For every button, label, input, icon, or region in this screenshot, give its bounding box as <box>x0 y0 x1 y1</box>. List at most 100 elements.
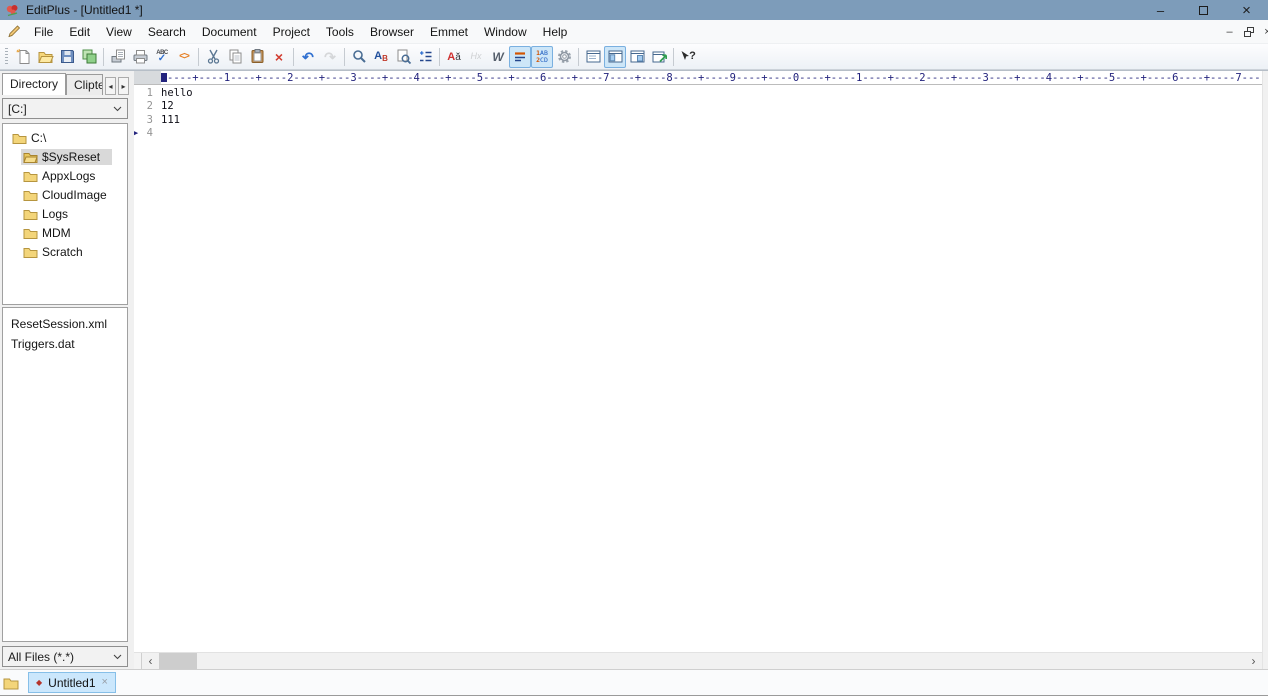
tab-close-icon[interactable]: × <box>102 677 108 688</box>
cliptext-window-button[interactable] <box>626 46 648 68</box>
toolbar-separator <box>673 47 674 66</box>
menu-tools[interactable]: Tools <box>318 21 362 43</box>
menu-window[interactable]: Window <box>476 21 535 43</box>
open-file-button[interactable] <box>34 46 56 68</box>
toolbar-separator <box>198 47 199 66</box>
editor-line: 1 hello <box>134 87 1262 100</box>
tab-cliptext[interactable]: Cliptext <box>66 74 104 95</box>
save-button[interactable] <box>56 46 78 68</box>
menu-document[interactable]: Document <box>194 21 265 43</box>
mdi-close-button[interactable]: × <box>1259 24 1268 39</box>
context-help-button[interactable]: ? <box>677 46 699 68</box>
spell-check-icon: ABC ✓ <box>156 49 168 64</box>
tree-item-logs[interactable]: Logs <box>3 204 127 223</box>
document-selector-button[interactable] <box>3 675 20 690</box>
scroll-right-button[interactable]: › <box>1245 653 1262 669</box>
save-all-button[interactable] <box>78 46 100 68</box>
scrollbar-track[interactable] <box>197 653 1245 669</box>
redo-button[interactable]: ↷ <box>319 46 341 68</box>
replace-button[interactable]: AB <box>370 46 392 68</box>
paste-button[interactable] <box>246 46 268 68</box>
new-document-button[interactable] <box>12 46 34 68</box>
file-item[interactable]: Triggers.dat <box>3 334 127 354</box>
menu-edit[interactable]: Edit <box>61 21 98 43</box>
word-wrap-button[interactable]: W <box>487 46 509 68</box>
tree-item-cloudimage[interactable]: CloudImage <box>3 185 127 204</box>
show-marks-icon <box>514 52 525 62</box>
arrow-right-icon: ▸ <box>121 81 126 91</box>
print-button[interactable] <box>129 46 151 68</box>
tab-directory[interactable]: Directory <box>2 73 67 95</box>
scrollbar-thumb[interactable] <box>159 653 197 669</box>
preferences-button[interactable] <box>553 46 575 68</box>
tree-item-appxlogs[interactable]: AppxLogs <box>3 166 127 185</box>
folder-icon <box>12 133 27 144</box>
print-preview-button[interactable] <box>107 46 129 68</box>
file-list: ResetSession.xml Triggers.dat <box>2 307 128 642</box>
line-numbers-button[interactable]: 1AB 2CD <box>531 45 553 68</box>
tab-scroll-right-button[interactable]: ▸ <box>118 77 129 95</box>
editor-line-current: ▶ 4 <box>134 127 1262 140</box>
line-text: 12 <box>161 100 174 113</box>
directory-window-button[interactable] <box>604 45 626 68</box>
menu-emmet[interactable]: Emmet <box>422 21 476 43</box>
hex-viewer-icon: Hx <box>470 51 482 61</box>
scroll-left-button[interactable]: ‹ <box>142 653 159 669</box>
tree-item-mdm[interactable]: MDM <box>3 223 127 242</box>
minimize-icon: – <box>1156 2 1165 18</box>
document-list-button[interactable] <box>582 46 604 68</box>
menu-view[interactable]: View <box>98 21 140 43</box>
scroll-left-icon: ‹ <box>148 654 153 668</box>
tab-scroll-left-button[interactable]: ◂ <box>105 77 116 95</box>
replace-icon: AB <box>374 49 388 63</box>
split-handle[interactable] <box>134 653 142 669</box>
file-item[interactable]: ResetSession.xml <box>3 314 127 334</box>
view-in-browser-button[interactable]: <> <box>173 46 195 68</box>
find-in-files-button[interactable] <box>392 46 414 68</box>
change-case-button[interactable]: Aă <box>443 46 465 68</box>
toolbar-grip[interactable] <box>5 47 8 66</box>
spell-check-button[interactable]: ABC ✓ <box>151 46 173 68</box>
toolbar-separator <box>293 47 294 66</box>
maximize-icon <box>1199 5 1208 15</box>
file-filter-selector[interactable]: All Files (*.*) <box>2 646 128 667</box>
horizontal-scrollbar[interactable]: ‹ › <box>134 652 1262 669</box>
word-wrap-icon: W <box>492 49 504 64</box>
tree-item-c-drive[interactable]: C:\ <box>3 128 127 147</box>
line-text: 111 <box>161 113 180 126</box>
line-number: 3 <box>146 113 153 126</box>
undo-icon: ↶ <box>302 48 314 65</box>
window-title: EditPlus - [Untitled1 *] <box>26 3 143 17</box>
mdi-restore-button[interactable] <box>1240 24 1257 39</box>
tree-item-sysreset[interactable]: $SysReset <box>3 147 127 166</box>
document-tab-untitled1[interactable]: ◆ Untitled1 × <box>28 672 116 693</box>
show-marks-button[interactable] <box>509 45 531 68</box>
app-icon <box>5 3 20 18</box>
maximize-button[interactable] <box>1182 0 1225 20</box>
menu-help[interactable]: Help <box>535 21 576 43</box>
copy-button[interactable] <box>224 46 246 68</box>
mdi-minimize-button[interactable]: – <box>1221 24 1238 39</box>
chevron-down-icon <box>113 654 122 659</box>
minimize-button[interactable]: – <box>1139 0 1182 20</box>
hex-viewer-button[interactable]: Hx <box>465 46 487 68</box>
menu-browser[interactable]: Browser <box>362 21 422 43</box>
menu-project[interactable]: Project <box>265 21 318 43</box>
document-system-menu-icon[interactable] <box>6 24 22 40</box>
tree-item-scratch[interactable]: Scratch <box>3 242 127 261</box>
editor: ----+----1----+----2----+----3----+----4… <box>134 71 1262 669</box>
text-area[interactable]: 1 hello 2 12 3 111 ▶ 4 <box>134 85 1262 652</box>
find-button[interactable] <box>348 46 370 68</box>
drive-selector[interactable]: [C:] <box>2 98 128 119</box>
sort-button[interactable] <box>414 46 436 68</box>
close-button[interactable]: × <box>1225 0 1268 20</box>
delete-icon: × <box>274 48 284 65</box>
main-region: Directory Cliptext ◂ ▸ [C:] C:\ $SysRese… <box>0 70 1268 669</box>
toolbar-separator <box>578 47 579 66</box>
open-in-browser-button[interactable] <box>648 46 670 68</box>
menu-search[interactable]: Search <box>140 21 194 43</box>
cut-button[interactable] <box>202 46 224 68</box>
menu-file[interactable]: File <box>26 21 61 43</box>
undo-button[interactable]: ↶ <box>297 46 319 68</box>
delete-button[interactable]: × <box>268 46 290 68</box>
